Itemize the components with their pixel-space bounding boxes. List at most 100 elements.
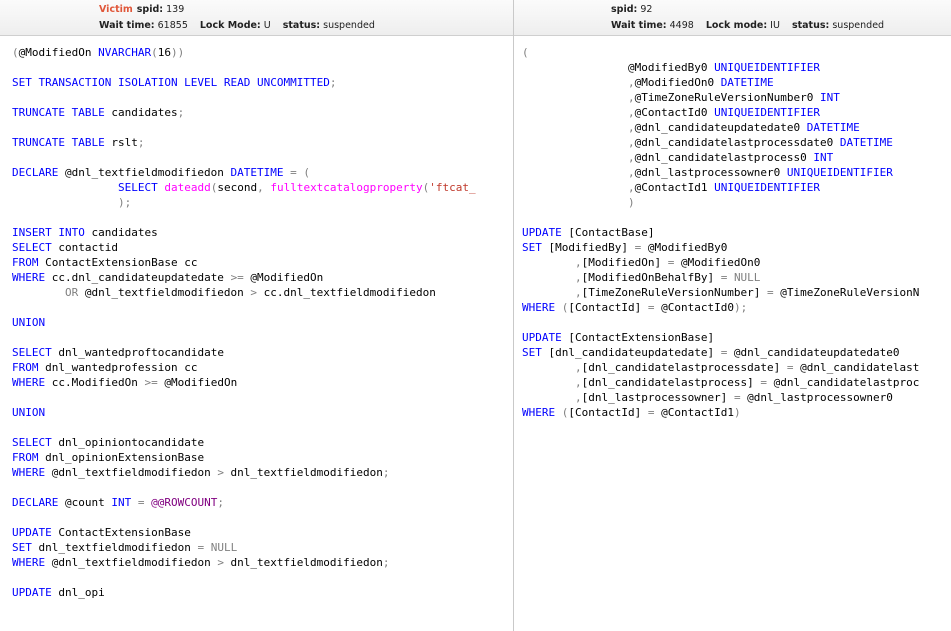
code-token: UPDATE [522, 226, 562, 239]
code-token: [dnl_candidateupdatedate] [541, 346, 721, 359]
wait-time-label: Wait time: [611, 20, 667, 31]
code-line: WHERE ([ContactId] = @ContactId1) [522, 405, 951, 420]
code-token: ) [733, 406, 741, 419]
spid-value: 139 [166, 4, 185, 15]
code-token: = [786, 361, 794, 374]
code-line: UPDATE dnl_opi [12, 585, 513, 600]
code-token: ); [117, 196, 132, 209]
code-token: [dnl_candidatelastprocess] [581, 376, 761, 389]
code-token: dnl_textfieldmodifiedon [223, 556, 383, 569]
code-token: , [627, 76, 635, 89]
code-line: TRUNCATE TABLE candidates; [12, 105, 513, 120]
code-line: OR @dnl_textfieldmodifiedon > cc.dnl_tex… [12, 285, 513, 300]
code-token: dnl_opinionExtensionBase [38, 451, 205, 464]
lock-mode-label: Lock Mode: [199, 20, 261, 31]
code-token: @dnl_candidatelastprocess0 [634, 151, 814, 164]
code-token: second [217, 181, 258, 194]
code-token: @TimeZoneRuleVersionNumber0 [634, 91, 821, 104]
code-token: [ModifiedBy] [541, 241, 635, 254]
code-token: > [217, 466, 224, 479]
code-token: INT [820, 91, 840, 104]
code-line: UNION [12, 315, 513, 330]
code-line: DECLARE @dnl_textfieldmodifiedon DATETIM… [12, 165, 513, 180]
code-token: @ContactId0 [654, 301, 734, 314]
code-token: [ContactId] [568, 406, 648, 419]
code-token: @dnl_lastprocessowner0 [740, 391, 893, 404]
code-token: dnl_textfieldmodifiedon [223, 466, 383, 479]
code-token: INT [111, 496, 132, 509]
code-token: [ContactBase] [561, 226, 655, 239]
code-line: (@ModifiedOn NVARCHAR(16)) [12, 45, 513, 60]
code-token: @ModifiedOn [243, 271, 324, 284]
code-token: , [627, 166, 635, 179]
code-token: cc.ModifiedOn [45, 376, 145, 389]
code-token: ; [217, 496, 224, 509]
code-token: FROM [12, 451, 39, 464]
code-token: NULL [733, 271, 761, 284]
code-token: @dnl_textfieldmodifiedon [45, 466, 218, 479]
blocking-process-pane: spid: 92 Wait time: 4498 Lock mode: IU sta… [514, 0, 951, 631]
code-token: @dnl_candidatelastprocessdate0 [634, 136, 840, 149]
code-token: INT [813, 151, 834, 164]
code-token: , [257, 181, 264, 194]
code-token: @ModifiedBy0 [627, 61, 715, 74]
code-token: @dnl_candidateupdatedate0 [727, 346, 900, 359]
code-line: UPDATE [ContactExtensionBase] [522, 330, 951, 345]
code-line: FROM dnl_opinionExtensionBase [12, 450, 513, 465]
code-line: TRUNCATE TABLE rslt; [12, 135, 513, 150]
code-token: UPDATE [12, 526, 52, 539]
code-token: fulltextcatalogproperty [270, 181, 423, 194]
code-token: dateadd [164, 181, 211, 194]
code-line: UNION [12, 405, 513, 420]
code-token: , [627, 91, 635, 104]
blocking-sql-code[interactable]: ( @ModifiedBy0 UNIQUEIDENTIFIER ,@Modifi… [514, 38, 951, 420]
blocking-spid-row: spid: 92 [611, 4, 652, 15]
code-token: @dnl_candidateupdatedate0 [634, 121, 807, 134]
code-token: @ModifiedOn0 [674, 256, 761, 269]
code-line: ( [522, 45, 951, 60]
code-line: ,@ContactId1 UNIQUEIDENTIFIER [522, 180, 951, 195]
code-token: WHERE [12, 271, 46, 284]
code-token: dnl_wantedproftocandidate [51, 346, 224, 359]
code-line: ); [12, 195, 513, 210]
code-line: ,[dnl_candidatelastprocess] = @dnl_candi… [522, 375, 951, 390]
code-token: UNIQUEIDENTIFIER [714, 61, 821, 74]
code-token: ; [329, 76, 337, 89]
code-token: @@ROWCOUNT [151, 496, 218, 509]
code-line: SET TRANSACTION ISOLATION LEVEL READ UNC… [12, 75, 513, 90]
code-token: , [627, 106, 635, 119]
code-token: NULL [210, 541, 238, 554]
code-token: SET [522, 346, 542, 359]
code-line: ,@dnl_candidatelastprocess0 INT [522, 150, 951, 165]
code-token: , [574, 271, 582, 284]
code-token: [ModifiedOn] [581, 256, 668, 269]
victim-sql-code[interactable]: (@ModifiedOn NVARCHAR(16)) SET TRANSACTI… [0, 38, 513, 600]
code-line: ,@dnl_lastprocessowner0 UNIQUEIDENTIFIER [522, 165, 951, 180]
code-token: [dnl_candidatelastprocessdate] [581, 361, 787, 374]
code-token: WHERE [12, 466, 46, 479]
code-token: WHERE [522, 301, 556, 314]
code-token: [ContactId] [568, 301, 648, 314]
code-token: UNIQUEIDENTIFIER [714, 106, 821, 119]
code-line: INSERT INTO candidates [12, 225, 513, 240]
status-label: status: [791, 20, 830, 31]
code-line: ,[TimeZoneRuleVersionNumber] = @TimeZone… [522, 285, 951, 300]
code-token: 'ftcat_ [429, 181, 476, 194]
code-token: ); [733, 301, 748, 314]
code-token: = [733, 391, 741, 404]
code-token: @ModifiedOn0 [634, 76, 721, 89]
code-line: ,@dnl_candidateupdatedate0 DATETIME [522, 120, 951, 135]
code-line: UPDATE ContactExtensionBase [12, 525, 513, 540]
